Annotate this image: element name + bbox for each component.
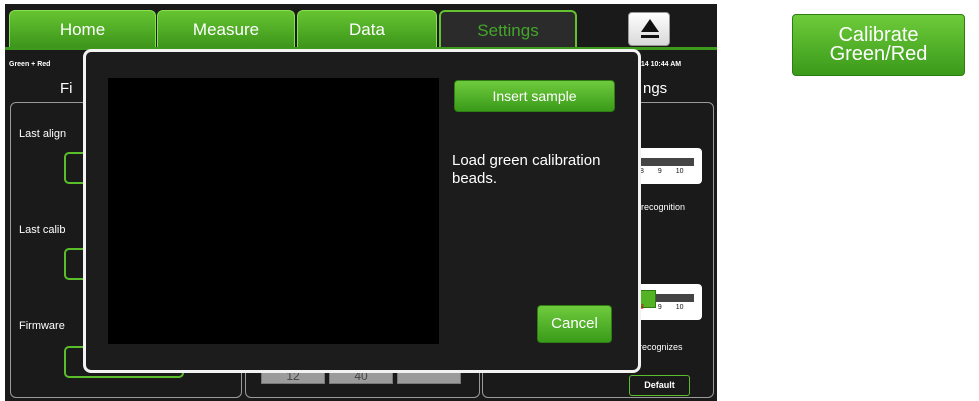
tick-label: 10 [675, 168, 684, 175]
cancel-button[interactable]: Cancel [537, 305, 612, 343]
default-button[interactable]: Default [629, 375, 690, 396]
slider2-caption: t recognizes [634, 342, 683, 352]
top-nav: Home Measure Data Settings [5, 4, 717, 48]
tick-label: 10 [675, 304, 684, 311]
device-screen: Home Measure Data Settings Green + Red 0… [5, 4, 717, 401]
left-panel-header: Fi [60, 80, 73, 97]
camera-preview [108, 78, 439, 344]
slider-ticks: 8 9 10 [640, 304, 696, 311]
calibration-dialog: Insert sample Load green calibration bea… [83, 49, 641, 373]
slider-track [634, 158, 694, 166]
instruction-text: Load green calibration beads. [452, 152, 601, 187]
last-calibration-label: Last calib [19, 224, 66, 236]
recognition-slider[interactable]: 8 9 10 [634, 148, 702, 184]
eject-button[interactable] [628, 12, 670, 46]
status-datetime: 014 10:44 AM [637, 61, 682, 68]
slider-ticks: 8 9 10 [640, 168, 696, 175]
calibrate-green-red-button[interactable]: Calibrate Green/Red [792, 14, 965, 76]
last-alignment-label: Last align [19, 128, 67, 140]
slider1-caption: s recognition [634, 202, 686, 212]
firmware-label: Firmware [19, 320, 65, 332]
tab-home[interactable]: Home [9, 10, 156, 47]
tab-settings[interactable]: Settings [439, 10, 577, 47]
insert-sample-button[interactable]: Insert sample [454, 80, 615, 112]
calibrate-label-line2: Green/Red [829, 43, 928, 65]
tick-label: 9 [657, 168, 662, 175]
tab-data[interactable]: Data [297, 10, 437, 47]
tab-measure[interactable]: Measure [157, 10, 295, 47]
right-panel-header: ngs [643, 80, 668, 97]
tick-label: 9 [657, 304, 662, 311]
status-mode: Green + Red [9, 61, 51, 68]
threshold-slider[interactable]: 8 9 10 [634, 284, 702, 320]
